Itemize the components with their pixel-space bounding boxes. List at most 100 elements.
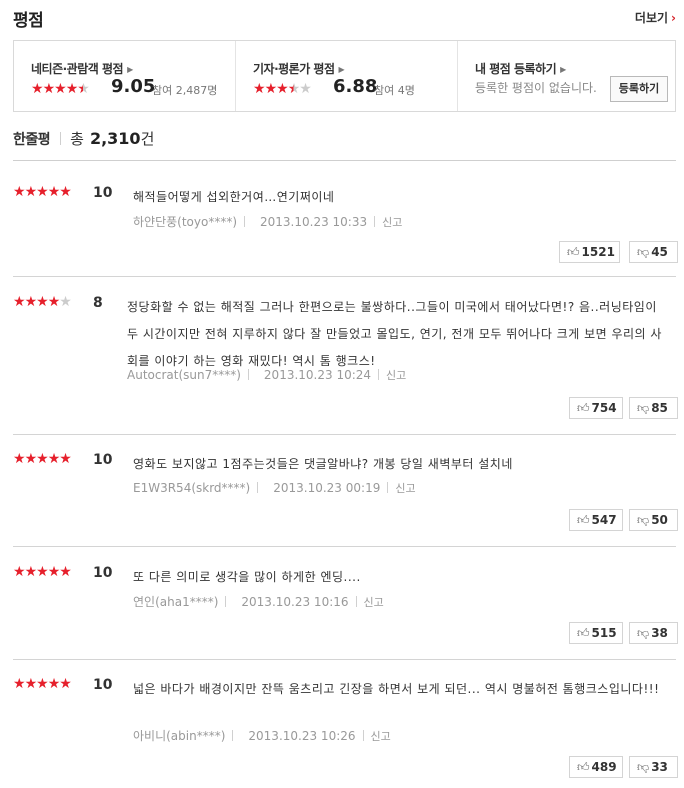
- review-author[interactable]: E1W3R54(skrd****): [133, 481, 250, 495]
- thumbs-up-icon: 👍︎: [567, 245, 580, 259]
- critic-rating-link[interactable]: 기자·평론가 평점 ▶: [253, 60, 345, 77]
- star-icon: ★: [276, 81, 289, 97]
- chevron-right-icon: ›: [671, 11, 676, 25]
- divider: [257, 482, 259, 493]
- report-link[interactable]: 신고: [386, 369, 406, 382]
- like-count: 515: [591, 626, 617, 640]
- star-icon: ★: [47, 451, 61, 467]
- my-rating-empty-text: 등록한 평점이 없습니다.: [475, 81, 597, 95]
- review-meta: 아비니(abin****) 2013.10.23 10:26 신고: [133, 727, 391, 744]
- star-icon: ★: [24, 676, 38, 692]
- star-icon: ★: [31, 81, 44, 97]
- rating-section: 평점 더보기 › 네티즌·관람객 평점 ▶ ★★★★★ 9.05 참여 2,487명…: [0, 0, 684, 788]
- dislike-button[interactable]: 👎︎ 33: [629, 756, 678, 778]
- section-header: 평점 더보기 ›: [0, 0, 684, 34]
- divider: [13, 160, 676, 161]
- dislike-button[interactable]: 👎︎ 85: [629, 397, 678, 419]
- star-icon: ★: [36, 451, 49, 467]
- review-date: 2013.10.23 10:26: [248, 729, 356, 743]
- review-score: 10: [93, 565, 113, 581]
- report-link[interactable]: 신고: [382, 216, 402, 229]
- star-icon: ★: [36, 294, 49, 310]
- star-icon: ★: [36, 676, 49, 692]
- netizen-rating-link[interactable]: 네티즌·관람객 평점 ▶: [31, 60, 133, 77]
- like-button[interactable]: 👍︎ 547: [569, 509, 623, 531]
- arrow-right-icon: ▶: [338, 65, 345, 74]
- like-count: 754: [591, 401, 617, 415]
- section-title: 평점: [13, 11, 44, 31]
- star-icon: ★: [287, 81, 301, 97]
- dislike-count: 38: [651, 626, 668, 640]
- review-author[interactable]: 아비니(abin****): [133, 729, 225, 743]
- star-icon: ★: [36, 184, 49, 200]
- my-rating-link[interactable]: 내 평점 등록하기 ▶: [475, 60, 566, 77]
- like-button[interactable]: 👍︎ 754: [569, 397, 623, 419]
- critic-rating: 기자·평론가 평점 ▶ ★★★★★ 6.88 참여 4명: [235, 41, 457, 111]
- divider: [225, 596, 227, 607]
- dislike-button[interactable]: 👎︎ 50: [629, 509, 678, 531]
- dislike-count: 50: [651, 513, 668, 527]
- report-link[interactable]: 신고: [395, 482, 415, 495]
- star-icon: ★: [24, 564, 38, 580]
- divider: [374, 216, 376, 227]
- report-link[interactable]: 신고: [364, 596, 384, 609]
- netizen-participants: 참여 2,487명: [152, 84, 218, 97]
- review-author[interactable]: 연인(aha1****): [133, 595, 218, 609]
- star-icon: ★: [59, 294, 72, 310]
- like-button[interactable]: 👍︎ 515: [569, 622, 623, 644]
- critic-label: 기자·평론가 평점: [253, 62, 335, 76]
- review-date: 2013.10.23 00:19: [273, 481, 381, 495]
- star-icon: ★: [13, 451, 26, 467]
- report-link[interactable]: 신고: [371, 730, 391, 743]
- review-count-label: 한줄평: [13, 132, 51, 148]
- review-stars: ★★★★★: [13, 676, 72, 692]
- review-text: 영화도 보지않고 1점주는것들은 댓글알바냐? 개봉 당일 새벽부터 설치네: [133, 457, 513, 471]
- star-icon: ★: [47, 564, 61, 580]
- star-icon: ★: [299, 81, 312, 97]
- critic-participants: 참여 4명: [374, 84, 415, 97]
- like-button[interactable]: 👍︎ 1521: [559, 241, 620, 263]
- netizen-rating: 네티즌·관람객 평점 ▶ ★★★★★ 9.05 참여 2,487명: [14, 41, 234, 111]
- review-author[interactable]: Autocrat(sun7****): [127, 368, 241, 382]
- divider: [362, 730, 364, 741]
- review-stars: ★★★★★: [13, 184, 72, 200]
- review-meta: E1W3R54(skrd****) 2013.10.23 00:19 신고: [133, 480, 416, 496]
- thumbs-down-icon: 👎︎: [637, 626, 650, 640]
- critic-score: 6.88: [333, 76, 378, 97]
- like-count: 489: [591, 760, 617, 774]
- thumbs-up-icon: 👍︎: [577, 401, 590, 415]
- star-icon: ★: [24, 184, 38, 200]
- like-count: 1521: [581, 245, 615, 259]
- star-icon: ★: [59, 451, 72, 467]
- star-icon: ★: [59, 676, 72, 692]
- review-date: 2013.10.23 10:33: [260, 215, 368, 229]
- like-button[interactable]: 👍︎ 489: [569, 756, 623, 778]
- star-icon: ★: [54, 81, 67, 97]
- review-author[interactable]: 하얀단풍(toyo****): [133, 215, 237, 229]
- dislike-button[interactable]: 👎︎ 45: [629, 241, 678, 263]
- review-count-value: 2,310: [89, 129, 141, 148]
- review-stars: ★★★★★: [13, 294, 72, 310]
- divider: [13, 546, 676, 547]
- review-meta: Autocrat(sun7****) 2013.10.23 10:24 신고: [127, 367, 406, 383]
- review-score: 8: [93, 295, 103, 311]
- dislike-count: 85: [651, 401, 668, 415]
- star-icon: ★: [13, 184, 26, 200]
- review-text: 넓은 바다가 배경이지만 잔뜩 움츠리고 긴장을 하면서 보게 되던... 역시…: [133, 682, 660, 696]
- dislike-button[interactable]: 👎︎ 38: [629, 622, 678, 644]
- arrow-right-icon: ▶: [127, 65, 133, 74]
- review-meta: 연인(aha1****) 2013.10.23 10:16 신고: [133, 593, 384, 610]
- star-icon: ★: [47, 294, 61, 310]
- star-icon: ★: [24, 451, 38, 467]
- review-score: 10: [93, 452, 113, 468]
- star-icon: ★: [264, 81, 278, 97]
- review-score: 10: [93, 677, 113, 693]
- thumbs-up-icon: 👍︎: [577, 760, 590, 774]
- register-rating-button[interactable]: 등록하기: [610, 76, 668, 102]
- divider: [244, 216, 246, 227]
- divider: [60, 132, 62, 145]
- review-score: 10: [93, 185, 113, 201]
- star-icon: ★: [59, 184, 72, 200]
- critic-stars: ★★★★★: [253, 81, 312, 97]
- more-link[interactable]: 더보기 ›: [635, 9, 676, 26]
